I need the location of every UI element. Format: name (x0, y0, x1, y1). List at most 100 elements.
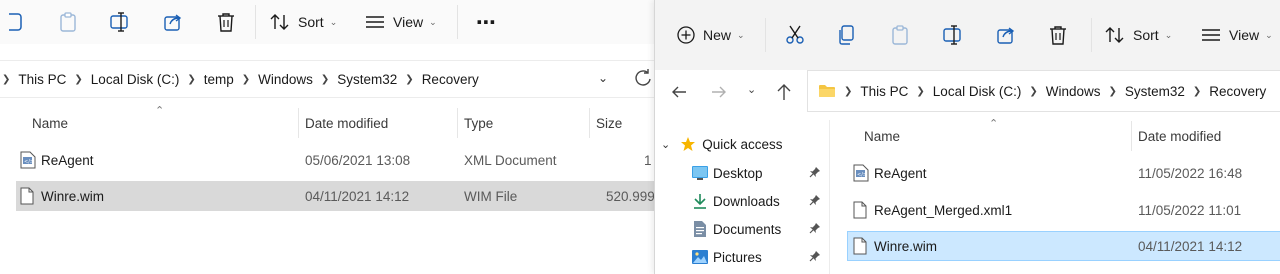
nav-label: Desktop (713, 165, 763, 181)
breadcrumb-item[interactable]: This PC (18, 72, 66, 87)
command-bar: Sort ⌄ View ⌄ ⋯ (0, 0, 654, 44)
toolbar-divider (457, 5, 458, 39)
rename-button[interactable] (935, 18, 971, 52)
copy-icon (838, 25, 856, 45)
sort-icon (1105, 26, 1125, 44)
breadcrumb-item[interactable]: Recovery (1209, 84, 1266, 99)
sort-button[interactable]: Sort ⌄ (270, 5, 337, 39)
file-date: 05/06/2021 13:08 (305, 152, 411, 168)
recent-locations-chevron-icon[interactable]: ⌄ (747, 83, 756, 96)
copy-button[interactable] (0, 5, 36, 39)
nav-item-downloads[interactable]: Downloads (655, 187, 827, 215)
file-row[interactable]: ReAgent_Merged.xml1 11/05/2022 11:01 (847, 195, 1280, 225)
chevron-down-icon: ⌄ (1164, 29, 1173, 40)
file-type: WIM File (464, 188, 518, 204)
view-button[interactable]: View ⌄ (1201, 18, 1273, 52)
column-divider[interactable] (298, 108, 299, 138)
scissors-icon (785, 25, 805, 45)
nav-quick-access[interactable]: ⌄ Quick access (655, 130, 827, 158)
column-divider[interactable] (589, 108, 590, 138)
more-options-button[interactable]: ⋯ (468, 5, 504, 39)
pictures-icon (691, 249, 709, 265)
trash-icon (1049, 25, 1067, 45)
file-date: 04/11/2021 14:12 (305, 188, 410, 204)
address-bar[interactable]: ❯ This PC ❯ Local Disk (C:) ❯ Windows ❯ … (807, 70, 1280, 112)
left-explorer-window: Sort ⌄ View ⌄ ⋯ ❯ This PC ❯ Local Disk (… (0, 0, 654, 274)
column-header-type[interactable]: Type (464, 108, 493, 138)
file-name: Winre.wim (874, 238, 937, 254)
star-icon (680, 136, 696, 152)
chevron-right-icon: ❯ (241, 73, 251, 85)
share-button[interactable] (988, 18, 1024, 52)
breadcrumb-item[interactable]: Local Disk (C:) (933, 84, 1022, 99)
nav-item-documents[interactable]: Documents (655, 215, 827, 243)
column-headers: ⌃ Name Date modified Type Size (0, 105, 654, 138)
breadcrumb-item[interactable]: System32 (1125, 84, 1185, 99)
more-icon: ⋯ (476, 11, 496, 34)
column-divider[interactable] (1131, 121, 1132, 151)
chevron-right-icon: ❯ (1192, 85, 1202, 97)
nav-label: Pictures (713, 249, 762, 265)
back-arrow-icon[interactable] (671, 84, 687, 103)
column-divider[interactable] (457, 108, 458, 138)
downloads-icon (691, 192, 709, 210)
column-header-date[interactable]: Date modified (1138, 121, 1221, 151)
nav-label: Downloads (713, 193, 780, 209)
delete-button[interactable] (1040, 18, 1076, 52)
column-header-size[interactable]: Size (596, 108, 622, 138)
copy-button[interactable] (829, 18, 865, 52)
up-arrow-icon[interactable] (776, 83, 792, 104)
nav-item-desktop[interactable]: Desktop (655, 159, 827, 187)
file-name: Winre.wim (41, 188, 104, 204)
share-button[interactable] (155, 5, 191, 39)
delete-button[interactable] (208, 5, 244, 39)
breadcrumb-item[interactable]: Windows (258, 72, 313, 87)
address-history-chevron-icon[interactable]: ⌄ (598, 71, 608, 85)
new-label: New (703, 27, 732, 43)
toolbar-divider (765, 18, 766, 52)
pin-icon (809, 194, 821, 209)
column-header-date[interactable]: Date modified (305, 108, 388, 138)
breadcrumb-item[interactable]: System32 (337, 72, 397, 87)
column-header-name[interactable]: Name (32, 108, 68, 138)
chevron-right-icon: ❯ (916, 85, 925, 97)
breadcrumb-item[interactable]: Windows (1046, 84, 1101, 99)
folder-icon (818, 84, 836, 98)
xml-file-icon: </> (20, 145, 36, 175)
breadcrumb-item[interactable]: This PC (860, 84, 908, 99)
cut-button[interactable] (777, 18, 813, 52)
view-label: View (1229, 27, 1260, 43)
column-header-name[interactable]: Name (864, 121, 900, 151)
pane-splitter[interactable] (829, 120, 830, 274)
chevron-down-icon: ⌄ (737, 29, 745, 40)
forward-arrow-icon[interactable] (711, 84, 727, 103)
breadcrumb-item[interactable]: temp (204, 72, 234, 87)
address-bar[interactable]: ❯ This PC ❯ Local Disk (C:) ❯ temp ❯ Win… (0, 60, 654, 98)
file-name: ReAgent (874, 165, 927, 181)
sort-ascending-icon: ⌃ (155, 105, 165, 117)
file-row-selected[interactable]: Winre.wim 04/11/2021 14:12 (847, 231, 1280, 261)
chevron-right-icon: ❯ (74, 73, 83, 85)
file-date: 11/05/2022 11:01 (1138, 202, 1242, 218)
sort-icon (270, 13, 290, 31)
paste-button[interactable] (50, 5, 86, 39)
rename-button[interactable] (102, 5, 138, 39)
sort-button[interactable]: Sort ⌄ (1105, 18, 1172, 52)
new-button[interactable]: New ⌄ (677, 18, 745, 52)
file-row[interactable]: </> ReAgent 11/05/2022 16:48 (847, 158, 1280, 188)
view-button[interactable]: View ⌄ (365, 5, 437, 39)
chevron-right-icon: ❯ (405, 73, 414, 85)
refresh-icon[interactable] (634, 69, 652, 90)
pin-icon (809, 166, 821, 181)
paste-button[interactable] (882, 18, 918, 52)
file-row-selected[interactable]: Winre.wim 04/11/2021 14:12 WIM File 520.… (16, 181, 654, 211)
right-explorer-window: New ⌄ Sort ⌄ View ⌄ ⌄ ❯ This PC ❯ Local … (654, 0, 1280, 274)
file-name: ReAgent_Merged.xml1 (874, 202, 1013, 218)
breadcrumb-item[interactable]: Recovery (422, 72, 479, 87)
nav-item-pictures[interactable]: Pictures (655, 243, 827, 271)
file-row[interactable]: </> ReAgent 05/06/2021 13:08 XML Documen… (16, 145, 654, 175)
paste-icon (890, 25, 910, 45)
toolbar-divider (1091, 18, 1092, 52)
share-icon (163, 12, 183, 32)
breadcrumb-item[interactable]: Local Disk (C:) (91, 72, 180, 87)
